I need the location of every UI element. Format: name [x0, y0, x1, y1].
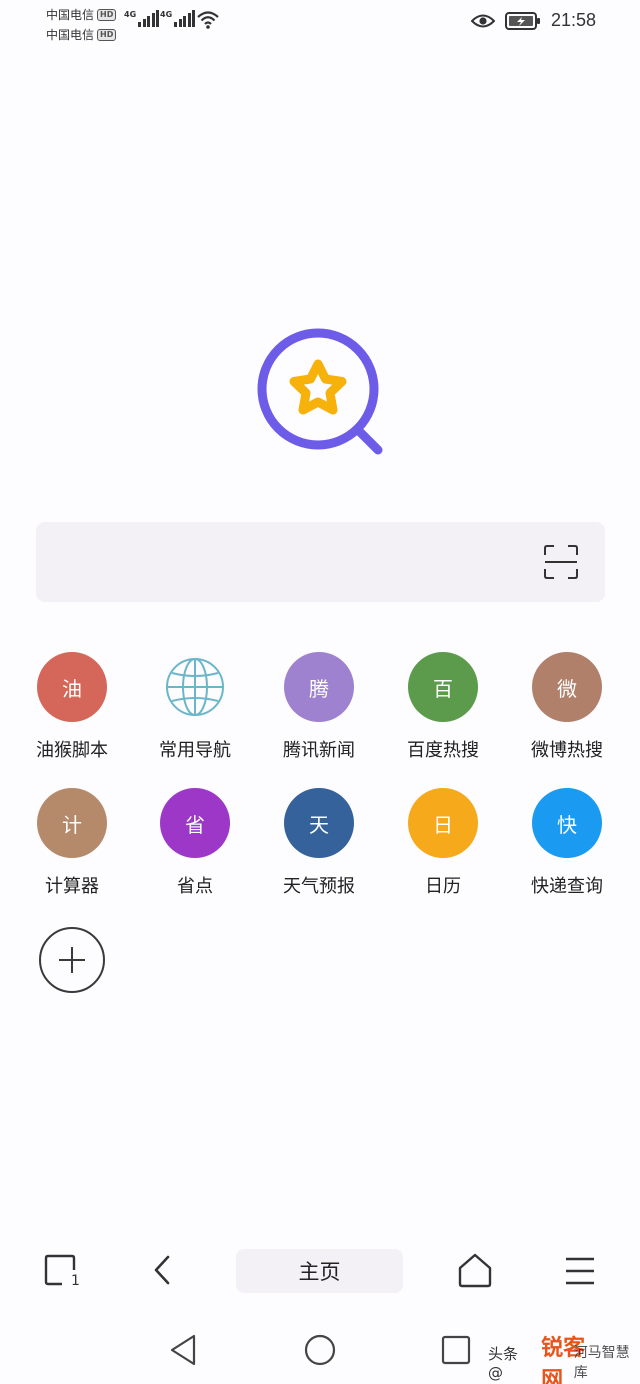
home-icon[interactable]: [455, 1250, 495, 1290]
system-recents-icon[interactable]: [438, 1332, 474, 1368]
eye-comfort-icon: [470, 14, 495, 27]
calculator-icon: 计: [37, 788, 107, 858]
baidu-hot-icon: 百: [408, 652, 478, 722]
network-2-type: 4G: [160, 10, 173, 19]
system-home-icon[interactable]: [302, 1332, 338, 1368]
battery-charging-icon: [504, 11, 540, 30]
hd-badge-1: HD: [97, 9, 117, 21]
shortcut-label: 百度热搜: [407, 740, 479, 761]
tab-count: 1: [71, 1273, 80, 1289]
browser-logo-icon: [257, 328, 383, 455]
shortcut-label: 微博热搜: [531, 740, 603, 761]
signal-2-icon: 4G: [160, 10, 197, 27]
clock: 21:58: [550, 10, 596, 30]
shortcut-calculator[interactable]: 计 计算器: [22, 788, 122, 898]
weibo-hot-icon: 微: [532, 652, 602, 722]
tabs-button[interactable]: 1: [42, 1250, 82, 1290]
shortcut-weibo-hot[interactable]: 微 微博热搜: [517, 652, 617, 762]
shengdian-icon: 省: [160, 788, 230, 858]
shortcut-shengdian[interactable]: 省 省点: [145, 788, 245, 898]
tampermonkey-icon: 油: [37, 652, 107, 722]
watermark-suffix: 河马智慧库: [573, 1345, 630, 1381]
carrier-1-name: 中国电信: [46, 8, 95, 22]
shortcut-tampermonkey[interactable]: 油 油猴脚本: [22, 652, 122, 762]
status-bar: 中国电信 HD 中国电信 HD 4G 4G 21:58: [0, 0, 640, 44]
back-button[interactable]: [146, 1250, 180, 1290]
watermark-prefix: 头条 @: [488, 1344, 519, 1382]
weather-icon: 天: [284, 788, 354, 858]
shortcut-label: 天气预报: [283, 876, 355, 897]
hd-badge-2: HD: [97, 29, 117, 41]
shortcut-baidu-hot[interactable]: 百 百度热搜: [393, 652, 493, 762]
watermark: 头条 @ 锐客网 河马智慧库: [488, 1330, 640, 1384]
add-shortcut-button[interactable]: [39, 927, 105, 993]
menu-icon[interactable]: [560, 1250, 600, 1290]
system-back-icon[interactable]: [166, 1332, 200, 1368]
signal-1-icon: 4G: [124, 10, 161, 27]
shortcut-calendar[interactable]: 日 日历: [393, 788, 493, 898]
search-input[interactable]: [36, 522, 605, 602]
shortcut-tencent-news[interactable]: 腾 腾讯新闻: [269, 652, 369, 762]
shortcut-label: 腾讯新闻: [283, 740, 355, 761]
express-icon: 快: [532, 788, 602, 858]
carrier-info: 中国电信 HD 中国电信 HD: [46, 5, 117, 45]
globe-icon: [160, 652, 230, 722]
shortcut-weather[interactable]: 天 天气预报: [269, 788, 369, 898]
wifi-icon: [197, 11, 219, 29]
shortcut-label: 常用导航: [159, 740, 231, 761]
shortcut-label: 计算器: [45, 876, 99, 897]
network-1-type: 4G: [124, 10, 137, 19]
scan-icon[interactable]: [543, 544, 579, 580]
home-tab-label[interactable]: 主页: [236, 1249, 403, 1293]
shortcut-label: 日历: [425, 876, 461, 897]
browser-toolbar: 1 主页: [0, 1240, 640, 1304]
tencent-news-icon: 腾: [284, 652, 354, 722]
shortcut-label: 省点: [177, 876, 213, 897]
shortcut-label: 快递查询: [531, 876, 603, 897]
shortcut-express-tracking[interactable]: 快 快递查询: [517, 788, 617, 898]
shortcut-navigation[interactable]: 常用导航: [145, 652, 245, 762]
carrier-2-name: 中国电信: [46, 28, 95, 42]
shortcut-label: 油猴脚本: [36, 740, 108, 761]
calendar-icon: 日: [408, 788, 478, 858]
